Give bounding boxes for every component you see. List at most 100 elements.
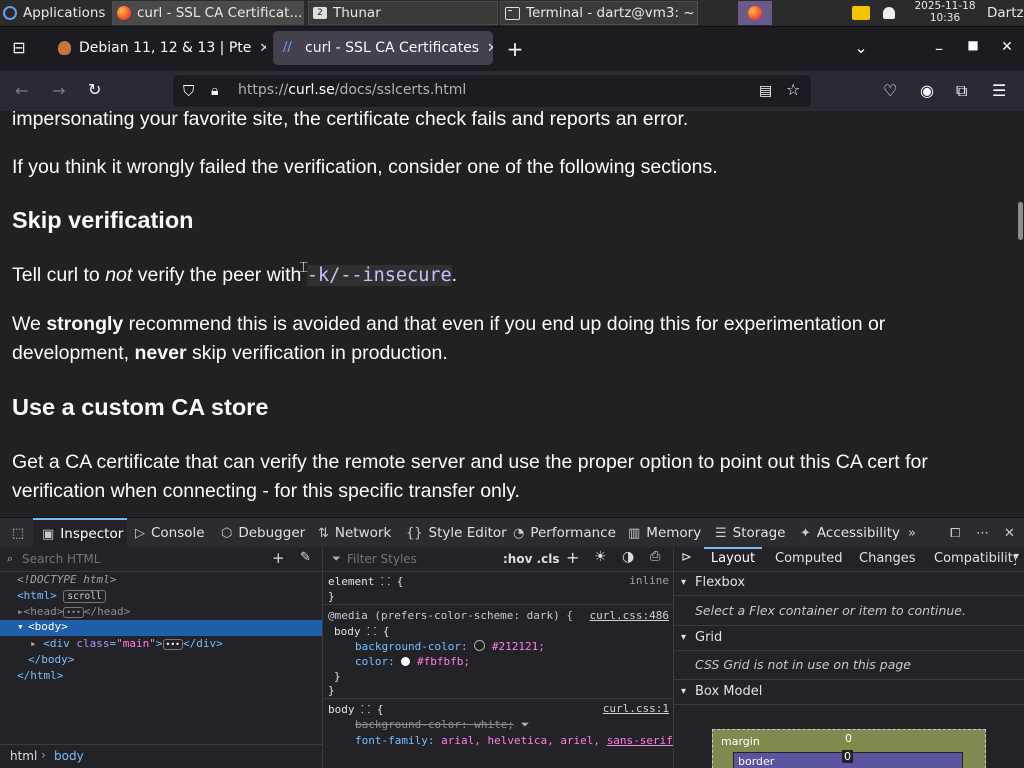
border-top-value[interactable]: 0 [842, 750, 853, 763]
declaration-font-family[interactable]: font-family: arial, helvetica, ariel, sa… [355, 734, 673, 747]
pick-element-button[interactable]: ⬚ [8, 518, 28, 548]
notifications[interactable] [883, 0, 899, 26]
flexbox-section-header[interactable]: ▾ Flexbox [674, 571, 1024, 596]
page-scrollbar-thumb[interactable] [1018, 202, 1023, 240]
reader-view-icon[interactable]: ▤ [759, 83, 772, 99]
attr-value: "main" [116, 637, 156, 650]
breadcrumb-html[interactable]: html [10, 749, 37, 763]
color-swatch-icon[interactable] [401, 657, 411, 666]
dark-scheme-icon[interactable]: ◑ [622, 549, 634, 565]
maximize-button[interactable]: ■ [962, 38, 984, 52]
eyedropper-icon[interactable]: ✎ [300, 550, 311, 565]
close-window-button[interactable]: ✕ [996, 39, 1018, 55]
bookmark-star-icon[interactable]: ☆ [786, 82, 800, 98]
applications-menu[interactable]: Applications ⁝ [3, 0, 111, 26]
box-model-section-header[interactable]: ▾ Box Model [674, 679, 1024, 705]
collapsed-content-icon[interactable]: ••• [63, 607, 84, 618]
devtools-tab-network[interactable]: ⇅ Network [318, 518, 391, 548]
media-close-brace: } [328, 684, 335, 697]
tab-close-icon[interactable]: ✕ [259, 41, 266, 56]
body-node-selected[interactable]: ▾ <body> [0, 620, 322, 636]
element-rule-selector[interactable]: element ⸬ { [328, 574, 403, 589]
account-icon[interactable]: ◉ [920, 83, 934, 99]
light-scheme-icon[interactable]: ☀ [594, 549, 607, 565]
grid-section-header[interactable]: ▾ Grid [674, 625, 1024, 651]
forward-button[interactable]: → [52, 83, 65, 99]
devtools-tab-memory[interactable]: ▥ Memory [628, 518, 701, 548]
new-tab-button[interactable]: + [504, 37, 526, 61]
search-html-input[interactable] [20, 549, 254, 569]
doctype-node[interactable]: <!DOCTYPE html> [17, 573, 116, 586]
devtools-tab-debugger[interactable]: ⬡ Debugger [221, 518, 305, 548]
list-all-tabs-button[interactable]: ⌄ [850, 38, 872, 57]
applications-label: Applications [23, 5, 106, 21]
app-menu-icon[interactable]: ☰ [992, 83, 1006, 99]
sidebar-tab-compatibility[interactable]: Compatibility [934, 547, 1016, 571]
lock-icon[interactable]: 🔒︎ [211, 83, 218, 99]
body-rule-selector-2[interactable]: body ⸬ { [328, 702, 384, 717]
property-value: arial, helvetica, ariel, [441, 734, 607, 747]
sidebar-tab-computed[interactable]: Computed [775, 547, 843, 571]
head-node[interactable]: ▸<head> ••• </head> [17, 605, 130, 618]
clock[interactable]: 2025-11-18 10:36 [908, 0, 982, 24]
devtools-tab-accessibility[interactable]: ✦ Accessibility [800, 518, 900, 548]
breadcrumb-body[interactable]: body [54, 749, 84, 763]
tracking-protection-shield-icon[interactable]: ⛉ [183, 83, 194, 99]
div-main-node[interactable]: ▸ <div class="main"> ••• </div> [30, 637, 223, 650]
taskbar-window-terminal[interactable]: Terminal - dartz@vm3: ~ [500, 1, 698, 25]
devtools-tab-style-editor[interactable]: {} Style Editor [406, 518, 507, 548]
taskbar-window-firefox[interactable]: curl - SSL CA Certificat... [112, 1, 304, 25]
hov-cls-toggle[interactable]: :hov .cls [503, 552, 560, 566]
filter-styles-input[interactable] [345, 549, 499, 569]
devtools-tab-storage[interactable]: ☰ Storage [715, 518, 785, 548]
media-source-link[interactable]: curl.css:486 [590, 609, 669, 622]
margin-top-value[interactable]: 0 [845, 732, 852, 745]
close-devtools-button[interactable]: ✕ [1004, 518, 1015, 548]
tab-curl-ssl[interactable]: // curl - SSL CA Certificates ✕ [273, 31, 493, 65]
mail-notifier[interactable] [852, 0, 872, 26]
expand-arrow-icon[interactable]: ▸ [30, 637, 37, 650]
add-node-button[interactable]: + [272, 549, 285, 567]
body-close-node[interactable]: </body> [28, 653, 74, 666]
url-text[interactable]: https://curl.se/docs/sslcerts.html [238, 82, 466, 98]
back-button[interactable]: ← [15, 83, 28, 99]
expand-arrow-icon[interactable]: ▾ [17, 620, 24, 633]
tab-debian[interactable]: Debian 11, 12 & 13 | Pte ✕ [48, 31, 266, 65]
declaration-color[interactable]: color: #fbfbfb; [355, 655, 470, 668]
url-bar[interactable]: ⛉ 🔒︎ https://curl.se/docs/sslcerts.html … [173, 75, 811, 107]
reload-button[interactable]: ↻ [88, 82, 101, 98]
user-menu[interactable]: Dartz [987, 0, 1024, 26]
add-rule-button[interactable]: + [566, 548, 579, 567]
toggle-sidebar-icon[interactable]: ⊳ [681, 550, 692, 565]
firefox-view-button[interactable]: ⊟ [8, 38, 30, 57]
dock-options-button[interactable]: ⧠ [950, 518, 960, 548]
html-close-node[interactable]: </html> [17, 669, 63, 682]
devtools-menu-button[interactable]: ⋯ [976, 518, 989, 548]
declaration-background-color[interactable]: background-color: #212121; [355, 640, 545, 653]
filter-icon[interactable]: ⏷ [521, 718, 530, 731]
html-node[interactable]: <html> scroll [17, 589, 106, 603]
pocket-icon[interactable]: ♡ [883, 83, 897, 99]
devtools-tab-performance[interactable]: ◔ Performance [513, 518, 616, 548]
body-source-link[interactable]: curl.css:1 [603, 702, 669, 715]
box-model-border[interactable]: border 0 [733, 750, 963, 768]
sidebar-tab-layout[interactable]: Layout [704, 547, 762, 571]
workspace-firefox-launcher[interactable] [738, 1, 772, 25]
devtools-tab-inspector[interactable]: ▣ Inspector [33, 518, 127, 548]
box-model-margin[interactable]: margin 0 border 0 [712, 729, 986, 768]
scroll-badge[interactable]: scroll [63, 590, 106, 603]
sidebar-more-icon[interactable]: ▾ [1014, 551, 1019, 562]
devtools-tab-console[interactable]: ▷ Console [135, 518, 205, 548]
body-rule-selector[interactable]: body ⸬ { [334, 624, 390, 639]
taskbar-window-thunar[interactable]: 2 Thunar [308, 1, 498, 25]
expand-arrow-icon[interactable]: ▸ [17, 605, 24, 618]
sidebar-tab-changes[interactable]: Changes [859, 547, 916, 571]
more-tools-button[interactable]: » [908, 518, 916, 548]
declaration-background-color-overridden[interactable]: background-color: white; ⏷ [355, 718, 529, 732]
color-swatch-icon[interactable] [474, 640, 486, 651]
minimize-button[interactable]: – [928, 39, 950, 58]
print-media-icon[interactable]: ⎙ [650, 549, 660, 564]
extensions-icon[interactable]: ⧉ [956, 83, 967, 99]
tab-close-icon[interactable]: ✕ [487, 41, 493, 56]
collapsed-content-icon[interactable]: ••• [162, 639, 183, 650]
